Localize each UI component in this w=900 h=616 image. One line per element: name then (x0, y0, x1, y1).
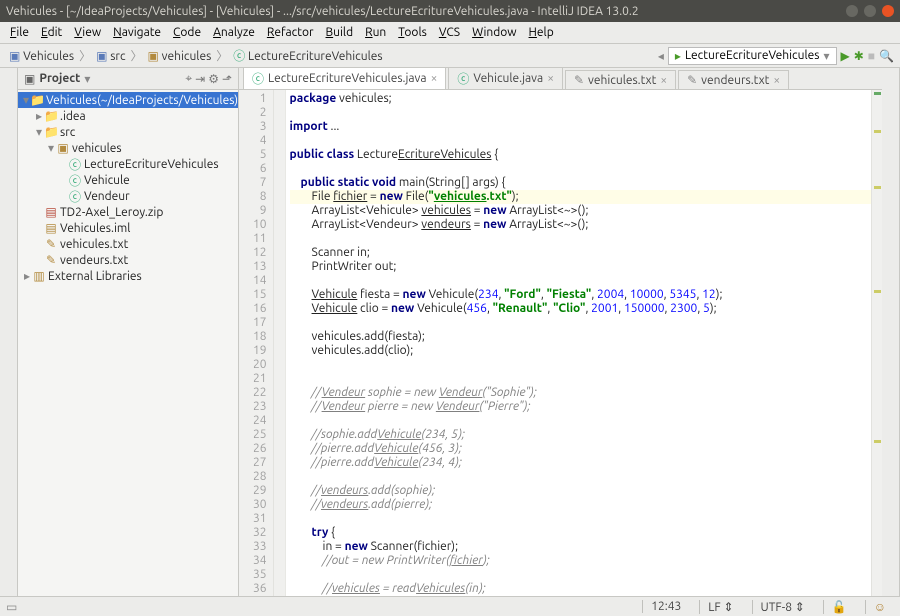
run-config-dropdown[interactable]: ▸ LectureEcritureVehicules ▾ (668, 47, 837, 65)
menu-vcs[interactable]: VCS (433, 24, 466, 41)
editor-area: ⓒLectureEcritureVehicules.java×ⓒVehicule… (239, 68, 882, 596)
editor-tab[interactable]: ⓒVehicule.java× (448, 67, 563, 89)
close-tab-icon[interactable]: × (547, 72, 554, 85)
minimize-button[interactable] (846, 5, 858, 17)
code-content[interactable]: package vehicules; import ... public cla… (286, 90, 871, 596)
status-msg-icon[interactable]: ▭ (6, 600, 17, 614)
line-separator[interactable]: LF ⇕ (699, 600, 741, 614)
hector-icon[interactable]: ☺ (865, 600, 894, 614)
status-bar: ▭ 12:43 LF ⇕ UTF-8 ⇕ 🔓 ☺ (0, 596, 900, 616)
maximize-button[interactable] (864, 5, 876, 17)
menu-bar: FileEditViewNavigateCodeAnalyzeRefactorB… (0, 22, 900, 44)
breadcrumb-item[interactable]: ▣ vehicules (145, 48, 215, 64)
left-tool-strip (0, 68, 18, 596)
project-title: Project (39, 72, 80, 85)
tree-node[interactable]: ▾▣vehicules (18, 140, 238, 156)
breadcrumb-separator: 〉 (216, 47, 228, 64)
close-tab-icon[interactable]: × (431, 72, 438, 85)
line-number-gutter: 1234567891011121314151617181920212223242… (239, 90, 274, 596)
close-tab-icon[interactable]: × (660, 74, 667, 87)
editor-tab[interactable]: ✎vehicules.txt× (565, 70, 676, 89)
menu-window[interactable]: Window (466, 24, 522, 41)
breadcrumb-separator: 〉 (79, 47, 91, 64)
project-header: ▣ Project ▾ ⌖ ⇥ ⚙ ⬏ (18, 68, 238, 90)
file-encoding[interactable]: UTF-8 ⇕ (752, 600, 813, 614)
tree-node[interactable]: ▾📁Vehicules (~/IdeaProjects/Vehicules) (18, 92, 238, 108)
navigation-bar: ▣ Vehicules〉▣ src〉▣ vehicules〉ⓒ LectureE… (0, 44, 900, 68)
project-tool-window: ▣ Project ▾ ⌖ ⇥ ⚙ ⬏ ▾📁Vehicules (~/IdeaP… (18, 68, 239, 596)
tree-node[interactable]: ✎vendeurs.txt (18, 252, 238, 268)
tree-node[interactable]: ▾📁src (18, 124, 238, 140)
menu-navigate[interactable]: Navigate (107, 24, 167, 41)
menu-file[interactable]: File (4, 24, 35, 41)
breadcrumb-item[interactable]: ▣ Vehicules (6, 48, 77, 64)
window-title: Vehicules - [~/IdeaProjects/Vehicules] -… (6, 5, 639, 18)
breadcrumb-item[interactable]: ⓒ LectureEcritureVehicules (230, 46, 385, 65)
chevron-down-icon: ▾ (823, 49, 829, 63)
tree-node[interactable]: ⓒVehicule (18, 172, 238, 188)
menu-build[interactable]: Build (320, 24, 360, 41)
menu-refactor[interactable]: Refactor (261, 24, 320, 41)
back-icon[interactable]: ◂ (658, 49, 664, 63)
settings-icon[interactable]: ⌖ (185, 72, 192, 86)
tree-node[interactable]: ▤TD2-Axel_Leroy.zip (18, 204, 238, 220)
fold-gutter[interactable] (274, 90, 286, 596)
menu-help[interactable]: Help (523, 24, 560, 41)
readonly-toggle[interactable]: 🔓 (823, 600, 855, 614)
menu-code[interactable]: Code (167, 24, 207, 41)
chevron-down-icon[interactable]: ▾ (84, 72, 90, 86)
tree-node[interactable]: ⓒVendeur (18, 188, 238, 204)
menu-analyze[interactable]: Analyze (207, 24, 261, 41)
tree-node[interactable]: ▸▥External Libraries (18, 268, 238, 284)
error-stripe[interactable] (871, 90, 882, 596)
editor-tab[interactable]: ⓒLectureEcritureVehicules.java× (243, 67, 446, 89)
window-titlebar: Vehicules - [~/IdeaProjects/Vehicules] -… (0, 0, 900, 22)
editor-tabs: ⓒLectureEcritureVehicules.java×ⓒVehicule… (239, 68, 882, 90)
menu-view[interactable]: View (68, 24, 107, 41)
run-config-icon: ▸ (675, 49, 681, 63)
search-icon[interactable]: 🔍 (879, 49, 894, 63)
window-controls (846, 5, 894, 17)
tree-node[interactable]: ▸📁.idea (18, 108, 238, 124)
tree-node[interactable]: ⓒLectureEcritureVehicules (18, 156, 238, 172)
project-view-icon[interactable]: ▣ (24, 72, 35, 86)
code-editor[interactable]: 1234567891011121314151617181920212223242… (239, 90, 882, 596)
run-config-label: LectureEcritureVehicules (685, 49, 820, 62)
tree-node[interactable]: ▤Vehicules.iml (18, 220, 238, 236)
close-button[interactable] (882, 5, 894, 17)
stop-button[interactable]: ■ (868, 49, 875, 63)
editor-tab[interactable]: ✎vendeurs.txt× (678, 70, 789, 89)
breadcrumb: ▣ Vehicules〉▣ src〉▣ vehicules〉ⓒ LectureE… (6, 46, 386, 65)
tree-node[interactable]: ✎vehicules.txt (18, 236, 238, 252)
hide-icon[interactable]: ⬏ (222, 72, 232, 86)
menu-tools[interactable]: Tools (392, 24, 433, 41)
debug-button[interactable]: ✱ (854, 49, 864, 63)
main-area: ▣ Project ▾ ⌖ ⇥ ⚙ ⬏ ▾📁Vehicules (~/IdeaP… (0, 68, 900, 596)
breadcrumb-item[interactable]: ▣ src (93, 48, 128, 64)
gear-icon[interactable]: ⚙ (208, 72, 219, 86)
breadcrumb-separator: 〉 (131, 47, 143, 64)
project-tree[interactable]: ▾📁Vehicules (~/IdeaProjects/Vehicules)▸📁… (18, 90, 238, 596)
collapse-icon[interactable]: ⇥ (195, 72, 205, 86)
caret-position: 12:43 (642, 600, 689, 613)
menu-run[interactable]: Run (359, 24, 392, 41)
right-tool-strip (882, 68, 900, 596)
run-button[interactable]: ▶ (841, 49, 850, 63)
close-tab-icon[interactable]: × (773, 74, 780, 87)
menu-edit[interactable]: Edit (35, 24, 68, 41)
